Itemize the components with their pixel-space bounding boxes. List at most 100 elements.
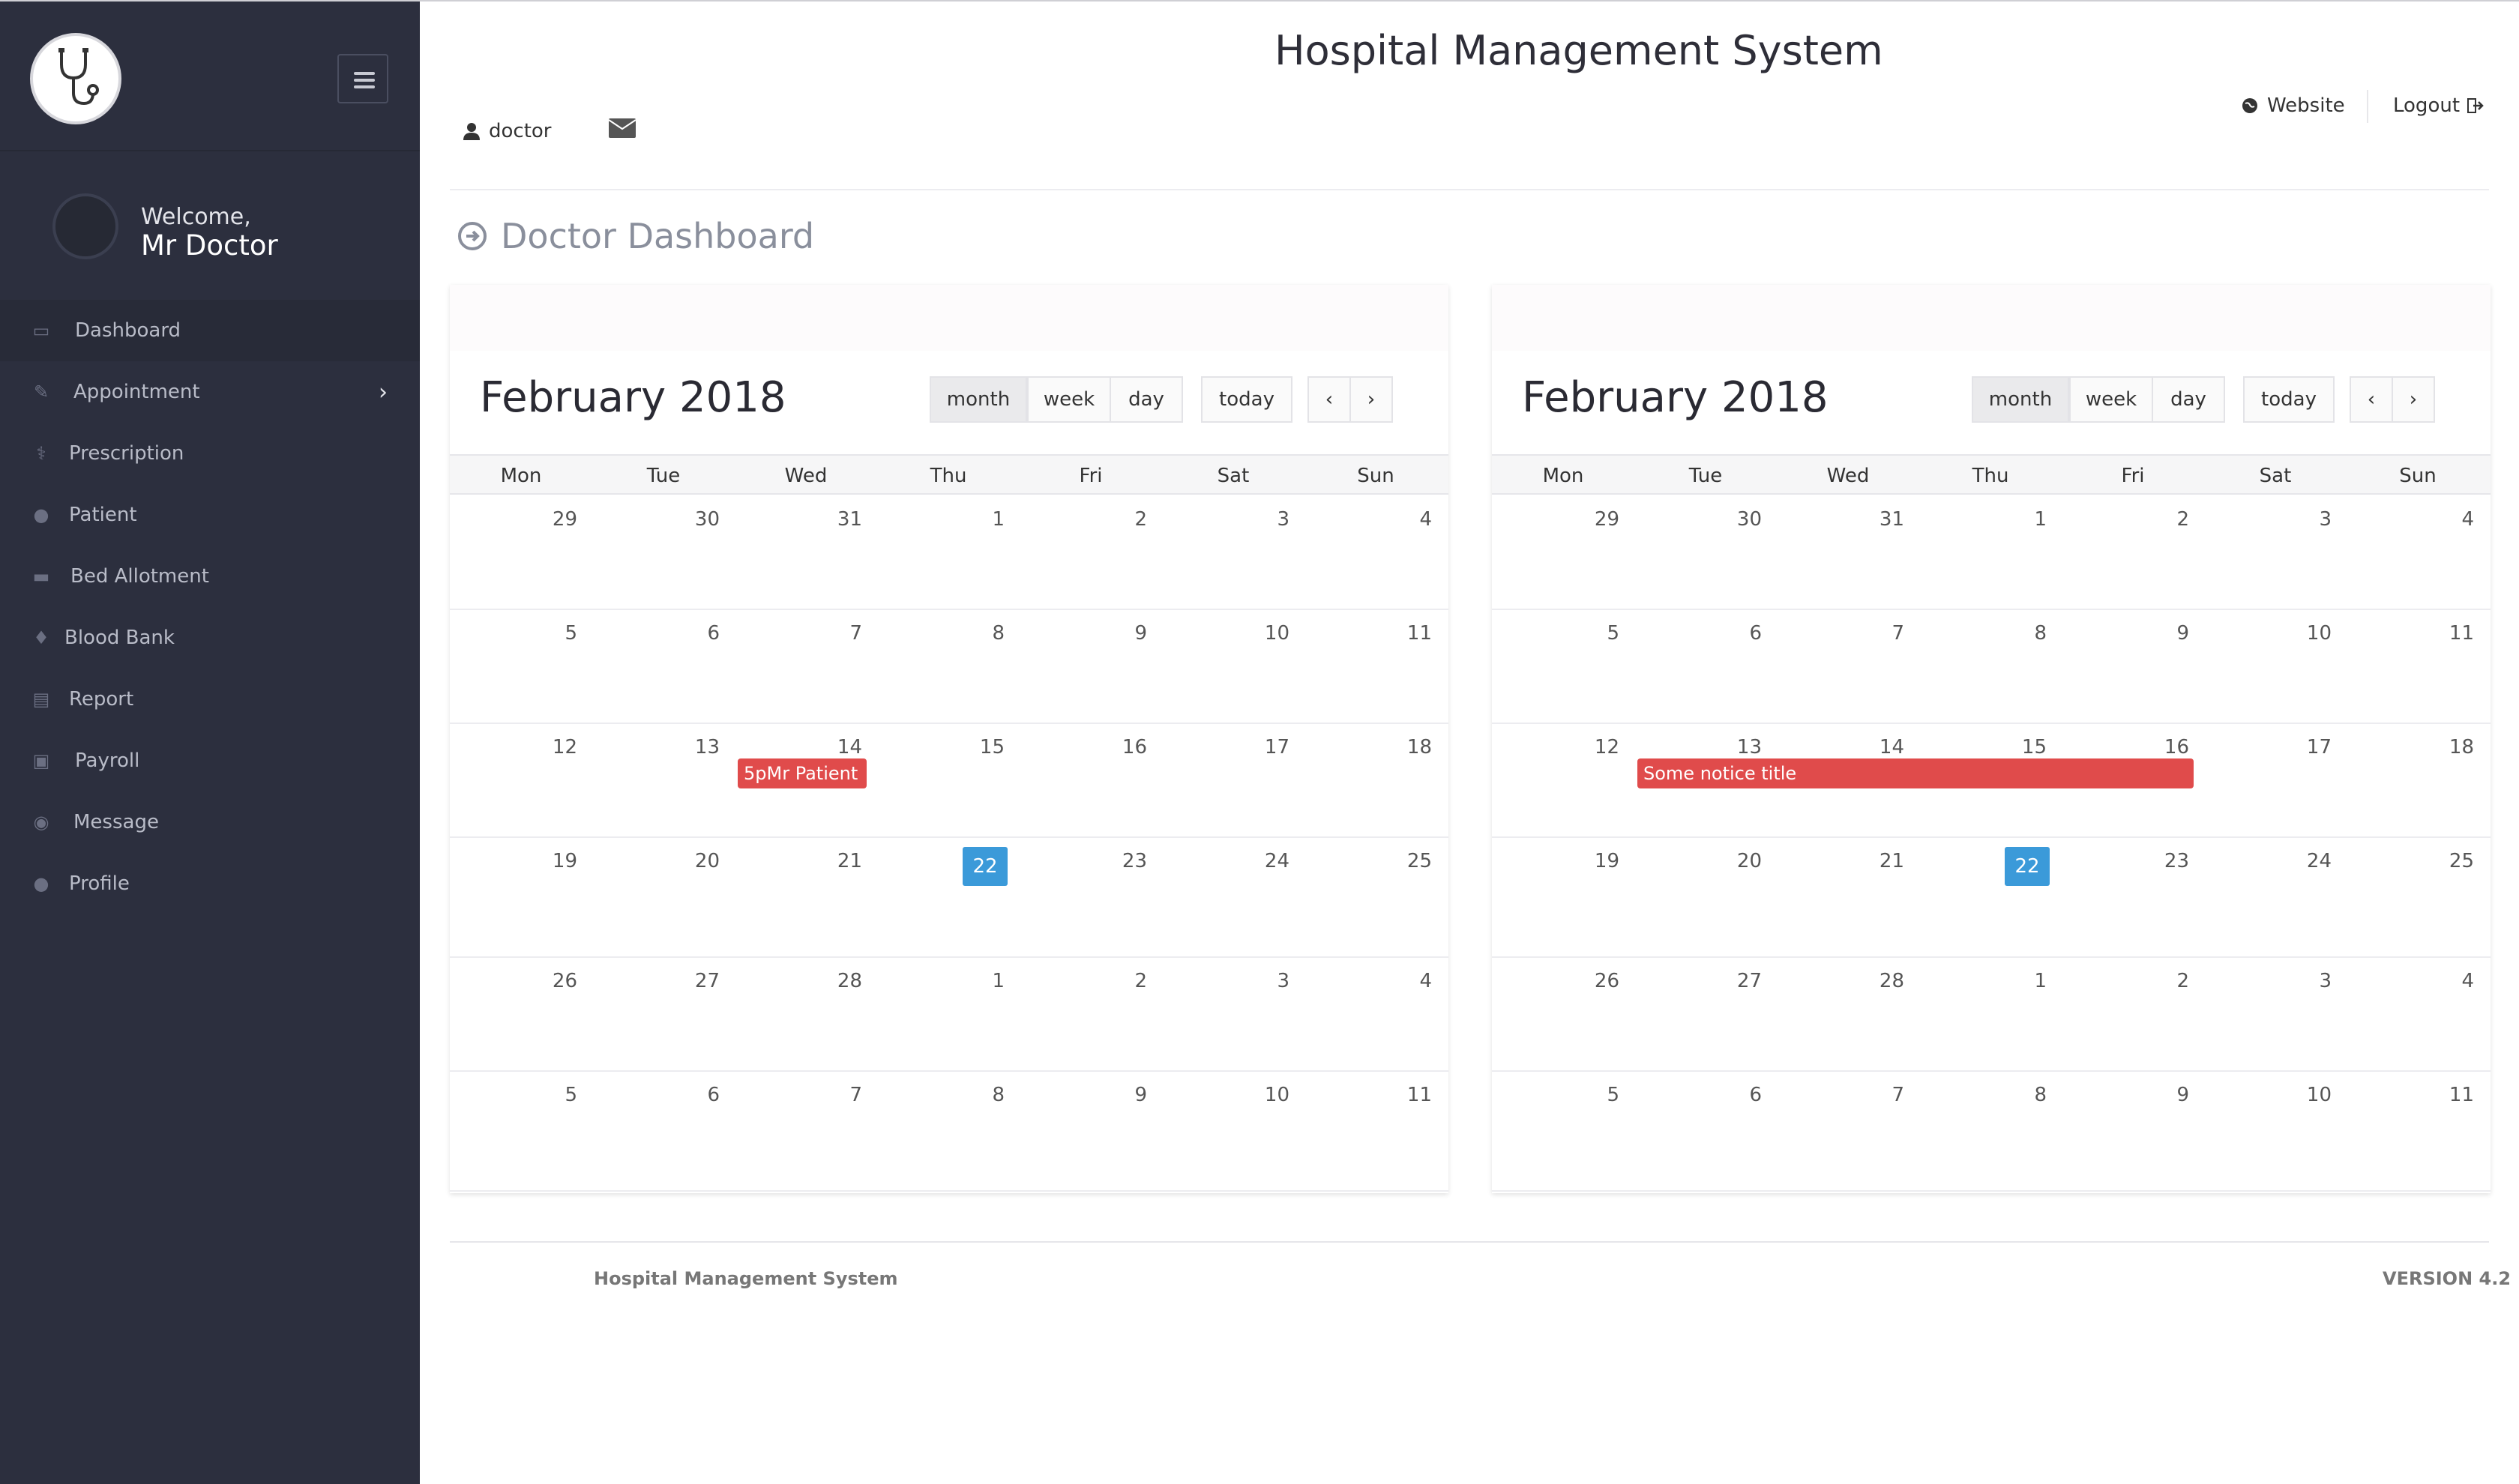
calendar-day-number[interactable]: 30: [1717, 508, 1762, 531]
menu-toggle-button[interactable]: [337, 54, 388, 103]
calendar-day-number[interactable]: 3: [2287, 508, 2332, 531]
calendar-day-number[interactable]: 29: [532, 508, 577, 531]
calendar-day-number[interactable]: 9: [2144, 622, 2189, 645]
logout-link[interactable]: Logout: [2393, 94, 2484, 117]
calendar-day-number[interactable]: 10: [2287, 1084, 2332, 1106]
calendar-day-number[interactable]: 7: [1859, 1084, 1904, 1106]
calendar-day-number[interactable]: 2: [1102, 970, 1147, 992]
day-view-button[interactable]: day: [2152, 376, 2225, 423]
calendar-day-number[interactable]: 6: [675, 622, 720, 645]
calendar-day-number[interactable]: 31: [817, 508, 862, 531]
calendar-day-number[interactable]: 5: [1574, 622, 1619, 645]
today-button[interactable]: today: [1201, 376, 1292, 423]
calendar-day-number[interactable]: 2: [2144, 970, 2189, 992]
calendar-day-number[interactable]: 23: [1102, 850, 1147, 872]
week-view-button[interactable]: week: [1027, 376, 1111, 423]
calendar-day-number[interactable]: 15: [960, 736, 1005, 758]
today-button[interactable]: today: [2243, 376, 2335, 423]
calendar-day-number[interactable]: 31: [1859, 508, 1904, 531]
calendar-event[interactable]: 5pMr Patient: [738, 758, 867, 788]
calendar-day-number[interactable]: 7: [817, 1084, 862, 1106]
calendar-day-number[interactable]: 17: [2287, 736, 2332, 758]
calendar-day-number[interactable]: 18: [1387, 736, 1432, 758]
calendar-day-number[interactable]: 10: [1245, 1084, 1289, 1106]
calendar-event[interactable]: Some notice title: [1637, 758, 2194, 788]
sidebar-item-prescription[interactable]: ⚕ Prescription: [0, 423, 420, 484]
calendar-day-number[interactable]: 28: [817, 970, 862, 992]
calendar-day-number[interactable]: 24: [2287, 850, 2332, 872]
calendar-day-number[interactable]: 13: [1717, 736, 1762, 758]
calendar-day-number[interactable]: 11: [2429, 1084, 2474, 1106]
calendar-day-number[interactable]: 14: [817, 736, 862, 758]
prev-month-button[interactable]: ‹: [1307, 376, 1351, 423]
calendar-day-number[interactable]: 19: [1574, 850, 1619, 872]
next-month-button[interactable]: ›: [2392, 376, 2435, 423]
calendar-day-number[interactable]: 7: [817, 622, 862, 645]
calendar-day-number[interactable]: 7: [1859, 622, 1904, 645]
calendar-day-number[interactable]: 11: [2429, 622, 2474, 645]
calendar-day-number[interactable]: 28: [1859, 970, 1904, 992]
calendar-day-number[interactable]: 6: [675, 1084, 720, 1106]
calendar-day-number[interactable]: 1: [2002, 970, 2047, 992]
sidebar-item-blood-bank[interactable]: ♦ Blood Bank: [0, 607, 420, 669]
calendar-day-number[interactable]: 25: [1387, 850, 1432, 872]
calendar-day-number[interactable]: 12: [1574, 736, 1619, 758]
calendar-day-number[interactable]: 3: [1245, 508, 1289, 531]
sidebar-item-report[interactable]: ▤ Report: [0, 669, 420, 730]
calendar-day-number[interactable]: 10: [2287, 622, 2332, 645]
calendar-day-number[interactable]: 20: [1717, 850, 1762, 872]
calendar-day-number[interactable]: 8: [960, 622, 1005, 645]
today-date-badge[interactable]: 22: [2005, 847, 2050, 886]
calendar-day-number[interactable]: 4: [1387, 508, 1432, 531]
today-date-badge[interactable]: 22: [963, 847, 1008, 886]
sidebar-item-dashboard[interactable]: ▭ Dashboard: [0, 300, 420, 361]
calendar-day-number[interactable]: 12: [532, 736, 577, 758]
calendar-day-number[interactable]: 24: [1245, 850, 1289, 872]
calendar-day-number[interactable]: 23: [2144, 850, 2189, 872]
calendar-day-number[interactable]: 4: [2429, 508, 2474, 531]
prev-month-button[interactable]: ‹: [2350, 376, 2393, 423]
calendar-day-number[interactable]: 18: [2429, 736, 2474, 758]
calendar-day-number[interactable]: 8: [2002, 1084, 2047, 1106]
month-view-button[interactable]: month: [930, 376, 1027, 423]
month-view-button[interactable]: month: [1972, 376, 2069, 423]
calendar-day-number[interactable]: 21: [817, 850, 862, 872]
calendar-day-number[interactable]: 11: [1387, 1084, 1432, 1106]
calendar-day-number[interactable]: 3: [1245, 970, 1289, 992]
mail-icon[interactable]: [609, 118, 636, 138]
calendar-day-number[interactable]: 4: [1387, 970, 1432, 992]
calendar-day-number[interactable]: 20: [675, 850, 720, 872]
sidebar-item-bed-allotment[interactable]: ▬ Bed Allotment: [0, 546, 420, 607]
calendar-day-number[interactable]: 5: [532, 622, 577, 645]
calendar-day-number[interactable]: 17: [1245, 736, 1289, 758]
calendar-day-number[interactable]: 16: [1102, 736, 1147, 758]
calendar-day-number[interactable]: 8: [960, 1084, 1005, 1106]
sidebar-item-patient[interactable]: ● Patient: [0, 484, 420, 546]
calendar-day-number[interactable]: 1: [960, 508, 1005, 531]
sidebar-item-payroll[interactable]: ▣ Payroll: [0, 730, 420, 791]
sidebar-item-message[interactable]: ◉ Message: [0, 791, 420, 853]
calendar-day-number[interactable]: 27: [675, 970, 720, 992]
calendar-day-number[interactable]: 4: [2429, 970, 2474, 992]
user-link[interactable]: doctor: [463, 120, 552, 142]
calendar-day-number[interactable]: 1: [2002, 508, 2047, 531]
calendar-day-number[interactable]: 9: [1102, 622, 1147, 645]
calendar-day-number[interactable]: 21: [1859, 850, 1904, 872]
calendar-day-number[interactable]: 8: [2002, 622, 2047, 645]
calendar-day-number[interactable]: 5: [1574, 1084, 1619, 1106]
calendar-day-number[interactable]: 15: [2002, 736, 2047, 758]
calendar-day-number[interactable]: 2: [1102, 508, 1147, 531]
calendar-day-number[interactable]: 11: [1387, 622, 1432, 645]
calendar-day-number[interactable]: 6: [1717, 1084, 1762, 1106]
calendar-day-number[interactable]: 9: [2144, 1084, 2189, 1106]
calendar-day-number[interactable]: 16: [2144, 736, 2189, 758]
day-view-button[interactable]: day: [1110, 376, 1183, 423]
calendar-day-number[interactable]: 30: [675, 508, 720, 531]
calendar-day-number[interactable]: 26: [1574, 970, 1619, 992]
calendar-day-number[interactable]: 27: [1717, 970, 1762, 992]
calendar-day-number[interactable]: 3: [2287, 970, 2332, 992]
calendar-day-number[interactable]: 29: [1574, 508, 1619, 531]
calendar-day-number[interactable]: 1: [960, 970, 1005, 992]
next-month-button[interactable]: ›: [1349, 376, 1393, 423]
week-view-button[interactable]: week: [2069, 376, 2153, 423]
